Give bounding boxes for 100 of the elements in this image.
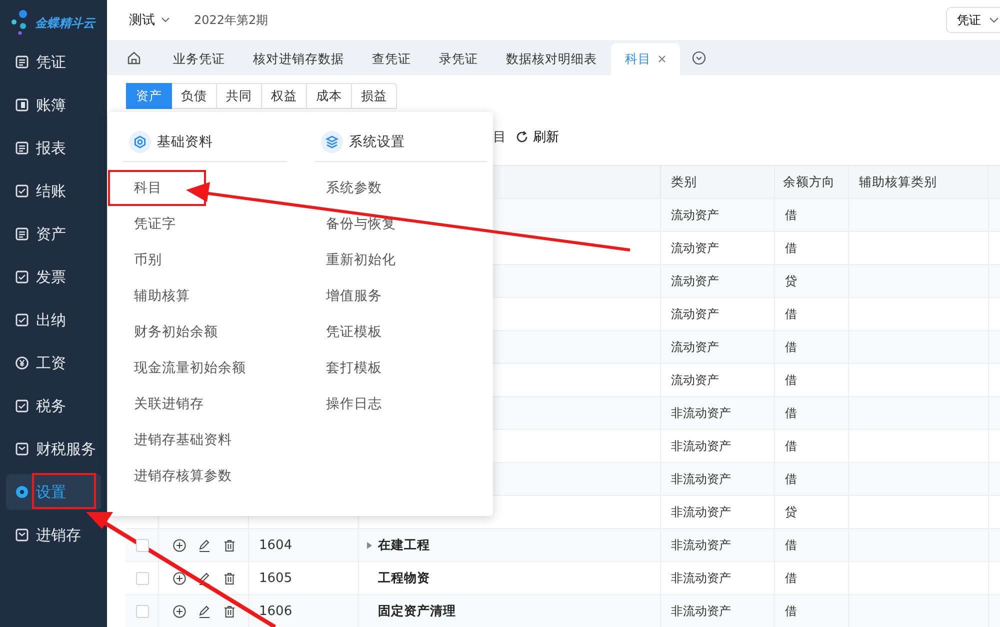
balance-direction: 借 (785, 206, 797, 224)
account-category: 非流动资产 (671, 536, 731, 554)
account-category: 流动资产 (671, 206, 719, 224)
category-tab[interactable]: 损益 (352, 83, 397, 109)
refresh-icon[interactable] (516, 131, 528, 143)
edit-icon[interactable] (198, 572, 211, 584)
sidebar-item[interactable]: 账簿 (6, 87, 101, 123)
checkbox[interactable] (136, 572, 148, 584)
account-category: 流动资产 (671, 240, 719, 256)
menu-item[interactable]: 重新初始化 (315, 242, 487, 278)
delete-icon[interactable] (223, 572, 236, 584)
menu-item[interactable]: 现金流量初始余额 (123, 350, 287, 386)
balance-direction: 借 (785, 306, 797, 322)
category-tab[interactable]: 共同 (217, 83, 262, 109)
tab[interactable]: 查凭证 (358, 43, 425, 75)
menu-item[interactable]: 科目 (108, 170, 206, 206)
category-tab[interactable]: 权益 (262, 83, 307, 109)
menu-item[interactable]: 辅助核算 (123, 278, 287, 314)
tab[interactable]: 数据核对明细表 (492, 43, 611, 75)
menu-item[interactable]: 操作日志 (315, 386, 487, 422)
account-dropdown[interactable]: 测试 (129, 11, 170, 30)
menu-item[interactable]: 凭证模板 (315, 314, 487, 350)
account-code: 1606 (259, 604, 292, 618)
account-category: 流动资产 (671, 272, 719, 290)
add-icon[interactable] (173, 604, 186, 618)
tray-icon (15, 528, 29, 542)
sidebar-item[interactable]: 财税服务 (6, 431, 101, 467)
account-category: 流动资产 (671, 372, 719, 388)
checklist-icon (15, 399, 29, 413)
balance-direction: 贷 (785, 504, 797, 520)
balance-direction: 借 (785, 438, 797, 454)
account-category: 非流动资产 (671, 470, 731, 488)
tab[interactable]: 科目 (611, 43, 680, 75)
menu-item[interactable]: 凭证字 (123, 206, 287, 242)
sidebar-item[interactable]: 结账 (6, 173, 101, 209)
sidebar-item[interactable]: 资产 (6, 216, 101, 252)
menu-section-title: 系统设置 (349, 132, 405, 150)
account-category: 非流动资产 (671, 504, 731, 520)
balance-direction: 借 (785, 536, 797, 554)
account-category: 非流动资产 (671, 438, 731, 454)
menu-item[interactable]: 增值服务 (315, 278, 487, 314)
balance-direction: 借 (785, 372, 797, 388)
annotation-box (32, 473, 96, 509)
menu-item[interactable]: 财务初始余额 (123, 314, 287, 350)
add-icon[interactable] (173, 538, 186, 552)
period-label: 2022年第2期 (194, 12, 268, 29)
caret-icon[interactable] (989, 17, 999, 24)
checkbox[interactable] (136, 604, 148, 618)
caret-icon[interactable] (161, 17, 170, 24)
edit-icon[interactable] (198, 538, 211, 552)
home-icon[interactable] (127, 50, 141, 65)
close-icon[interactable] (658, 55, 666, 63)
balance-direction: 借 (785, 570, 797, 586)
account-name: 工程物资 (378, 570, 430, 586)
account-code: 1605 (259, 570, 292, 586)
sidebar-item[interactable]: 发票 (6, 259, 101, 295)
sidebar-item[interactable]: 设置 (6, 474, 101, 510)
balance-direction: 借 (785, 404, 797, 422)
book-icon (15, 98, 29, 112)
category-tab[interactable]: 成本 (307, 83, 352, 109)
refresh-button[interactable]: 刷新 (516, 128, 559, 146)
sidebar-item[interactable]: 工资 (6, 345, 101, 381)
expand-arrow-icon[interactable] (367, 542, 372, 548)
toolbar-label[interactable]: 目 (493, 128, 506, 146)
menu-item[interactable]: 套打模板 (315, 350, 487, 386)
tab[interactable]: 录凭证 (425, 43, 492, 75)
checkbox[interactable] (136, 538, 148, 552)
add-icon[interactable] (173, 572, 186, 584)
sidebar-item[interactable]: 出纳 (6, 302, 101, 338)
menu-item[interactable]: 系统参数 (315, 170, 487, 206)
menu-item[interactable]: 关联进销存 (123, 386, 287, 422)
checklist-icon (15, 270, 29, 284)
balance-direction: 借 (785, 470, 797, 488)
account-code: 1604 (259, 538, 292, 552)
menu-item[interactable]: 进销存核算参数 (123, 458, 287, 494)
sidebar-item[interactable]: 税务 (6, 388, 101, 424)
logo-text: 金蝶精斗云 (35, 14, 95, 32)
checklist-icon (15, 184, 29, 198)
sidebar-item[interactable]: 凭证 (6, 44, 101, 80)
account-category: 非流动资产 (671, 404, 731, 422)
chevron-circle-icon[interactable] (692, 50, 706, 65)
edit-icon[interactable] (198, 604, 211, 618)
balance-direction: 贷 (785, 272, 797, 290)
balance-direction: 借 (785, 240, 797, 256)
account-category: 非流动资产 (671, 602, 731, 620)
category-tab[interactable]: 负债 (172, 83, 217, 109)
balance-direction: 借 (785, 338, 797, 356)
menu-item[interactable]: 币别 (123, 242, 287, 278)
delete-icon[interactable] (223, 538, 236, 552)
tab[interactable]: 核对进销存数据 (239, 43, 358, 75)
account-category: 非流动资产 (671, 570, 731, 586)
tab[interactable]: 业务凭证 (159, 43, 239, 75)
menu-item[interactable]: 进销存基础资料 (123, 422, 287, 458)
sidebar-item[interactable]: 进销存 (6, 517, 101, 553)
voucher-dropdown[interactable]: 凭证 (946, 7, 1000, 34)
delete-icon[interactable] (223, 604, 236, 618)
tray-icon (15, 442, 29, 456)
account-name: 在建工程 (378, 536, 430, 554)
sidebar-item[interactable]: 报表 (6, 130, 101, 166)
document-icon (15, 141, 29, 155)
